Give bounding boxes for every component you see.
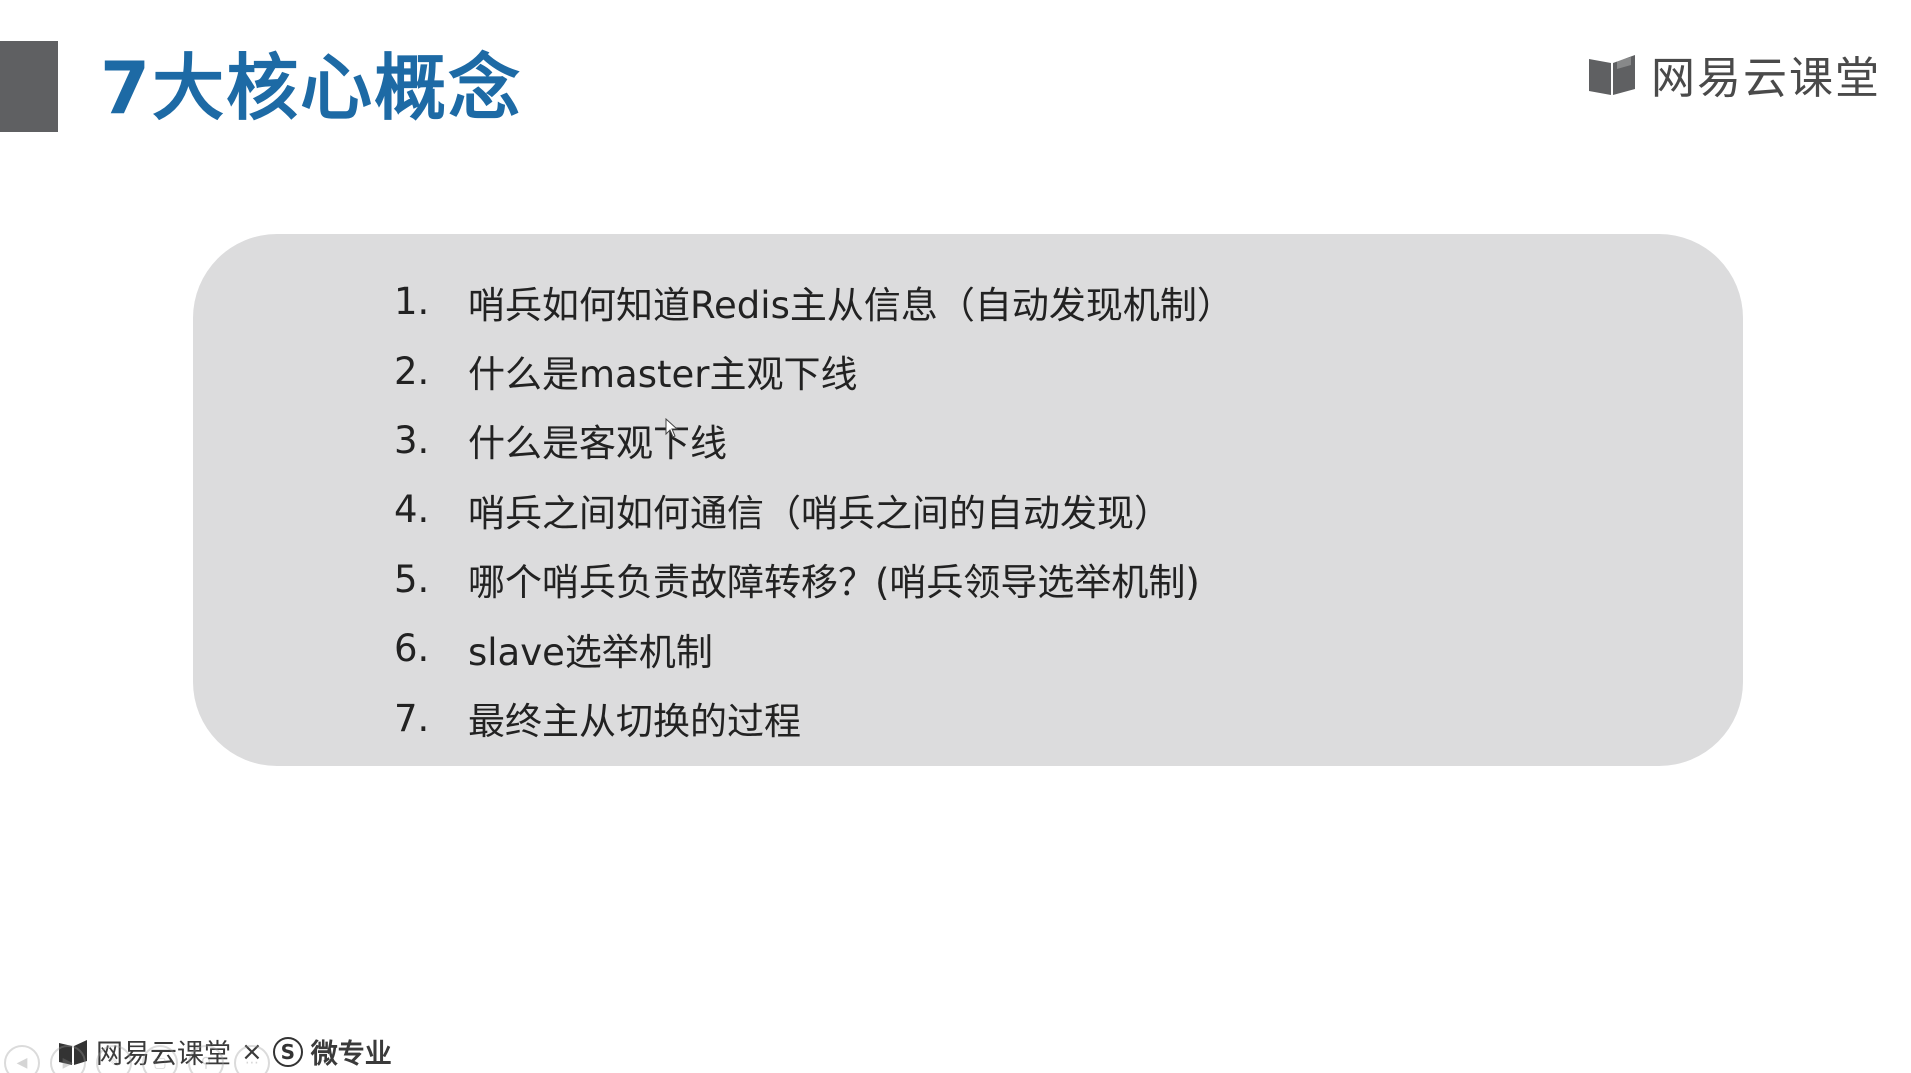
list-item-number: 4. (394, 488, 430, 532)
book-logo-icon (1589, 55, 1635, 95)
title-accent-bar (0, 41, 58, 132)
list-item-text: 什么是master主观下线 (468, 353, 858, 397)
list-item-number: 1. (394, 280, 430, 324)
slide: 7大核心概念 网易云课堂 1. 哨兵如何知道Redis主从信息（自动发现机制） … (0, 0, 1911, 1073)
list-item-number: 3. (394, 418, 430, 462)
list-item-text: 什么是客观下线 (468, 422, 727, 466)
list-item: 5. 哪个哨兵负责故障转移？(哨兵领导选举机制) (394, 545, 1234, 614)
list-item-number: 6. (394, 627, 430, 671)
arrow-left-icon[interactable]: ◀ (4, 1045, 40, 1073)
list-item: 4. 哨兵之间如何通信（哨兵之间的自动发现） (394, 475, 1234, 544)
more-icon[interactable]: ⋯ (234, 1045, 270, 1073)
list-item-text: slave选举机制 (468, 630, 713, 674)
footer-partner-name: 微专业 (310, 1039, 392, 1070)
list-item-number: 7. (394, 696, 430, 740)
list-item-text: 最终主从切换的过程 (468, 700, 801, 744)
zoom-icon[interactable]: ⚲ (188, 1045, 224, 1073)
list-item: 6. slave选举机制 (394, 614, 1234, 683)
partner-s-icon: S (272, 1036, 303, 1067)
brand-logo-group: 网易云课堂 (1587, 42, 1881, 106)
pen-icon[interactable]: ✎ (96, 1045, 132, 1073)
list-item: 3. 什么是客观下线 (394, 406, 1234, 475)
slide-title: 7大核心概念 (100, 46, 523, 130)
brand-name: 网易云课堂 (1651, 53, 1881, 104)
slides-icon[interactable]: ▢ (142, 1045, 178, 1073)
list-item: 7. 最终主从切换的过程 (394, 683, 1234, 752)
arrow-right-icon[interactable]: ▶ (50, 1045, 86, 1073)
list-item: 1. 哨兵如何知道Redis主从信息（自动发现机制） (394, 267, 1234, 336)
presentation-controls: ◀ ▶ ✎ ▢ ⚲ ⋯ (4, 1045, 270, 1073)
mouse-pointer-icon (665, 418, 679, 438)
list-item-number: 2. (394, 349, 430, 393)
concept-list: 1. 哨兵如何知道Redis主从信息（自动发现机制） 2. 什么是master主… (394, 267, 1234, 753)
list-item-number: 5. (394, 557, 430, 601)
list-item-text: 哪个哨兵负责故障转移？(哨兵领导选举机制) (468, 561, 1200, 605)
list-item: 2. 什么是master主观下线 (394, 336, 1234, 405)
list-item-text: 哨兵之间如何通信（哨兵之间的自动发现） (468, 491, 1171, 535)
list-item-text: 哨兵如何知道Redis主从信息（自动发现机制） (468, 283, 1234, 327)
